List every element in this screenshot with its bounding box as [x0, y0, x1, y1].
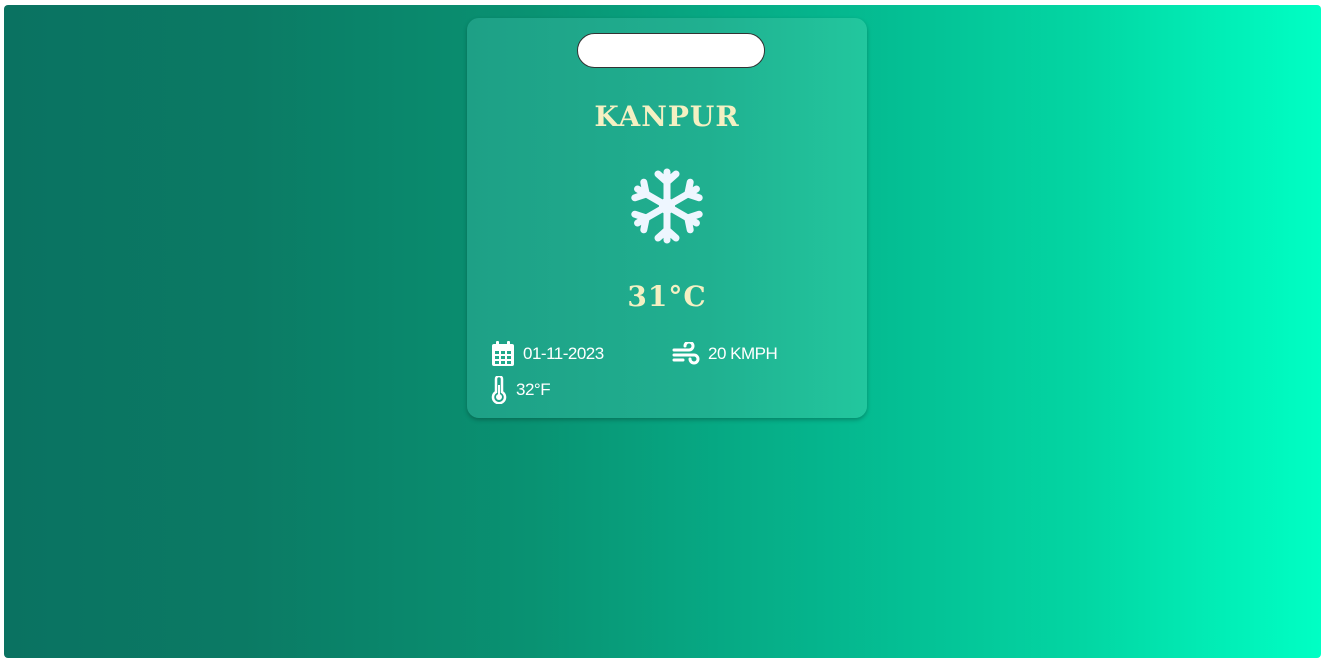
city-name: KANPUR	[594, 100, 740, 133]
date-label: 01-11-2023	[523, 344, 604, 363]
snowflake-icon	[627, 166, 707, 246]
temperature-fahrenheit: 32°F	[516, 380, 551, 399]
weather-card: KANPUR 31°C 01-11-2023 20 KMPH 32°F	[467, 18, 867, 418]
wind-info: 20 KMPH	[672, 342, 778, 366]
wind-speed-label: 20 KMPH	[708, 344, 778, 363]
city-search-input[interactable]	[577, 33, 765, 68]
date-info: 01-11-2023	[491, 341, 604, 367]
calendar-icon	[491, 341, 515, 367]
wind-icon	[672, 342, 700, 366]
thermometer-icon	[491, 376, 507, 404]
fahrenheit-info: 32°F	[491, 376, 551, 404]
temperature-celsius: 31°C	[627, 280, 707, 313]
page-background: KANPUR 31°C 01-11-2023 20 KMPH 32°F	[4, 5, 1321, 658]
